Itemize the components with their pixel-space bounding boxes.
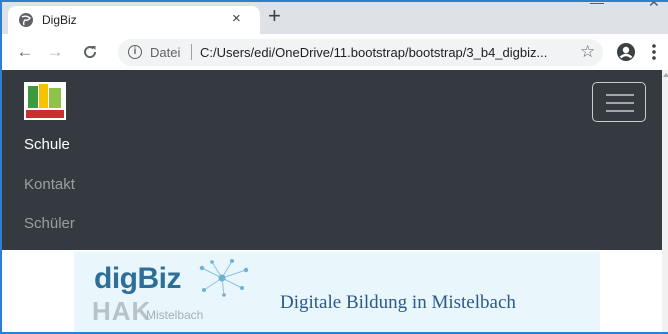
logo-town-text: Mistelbach bbox=[146, 308, 204, 322]
brand-logo-image bbox=[24, 82, 66, 120]
address-scheme-label: Datei bbox=[150, 45, 181, 60]
nav-link-kontakt[interactable]: Kontakt bbox=[24, 176, 75, 193]
window-minimize-icon[interactable]: — bbox=[590, 2, 604, 10]
logo-hak-text: HAK bbox=[92, 296, 152, 326]
back-icon[interactable]: ← bbox=[16, 43, 34, 61]
browser-toolbar: ← → i Datei C:/Users/edi/OneDrive/11.boo… bbox=[2, 34, 668, 70]
header-banner: digBiz HAK Mistelbach Digitale Bildung i… bbox=[74, 252, 600, 332]
tab-title: DigBiz bbox=[42, 13, 77, 27]
window-close-icon[interactable]: ✕ bbox=[648, 2, 660, 11]
star-icon[interactable]: ☆ bbox=[580, 42, 595, 62]
scroll-up-arrow-icon[interactable] bbox=[663, 73, 668, 77]
logo-digbiz-text: digBiz bbox=[94, 262, 182, 295]
page-viewport: Schule Kontakt Schüler digBiz HAK Mistel… bbox=[2, 70, 662, 332]
tab-strip: DigBiz × + — ✕ bbox=[2, 2, 668, 34]
network-graphic-icon bbox=[199, 259, 249, 297]
browser-window: DigBiz × + — ✕ ← → i Datei C:/Users/edi/… bbox=[0, 0, 668, 334]
forward-icon[interactable]: → bbox=[46, 43, 64, 61]
reload-icon[interactable] bbox=[82, 44, 98, 60]
globe-icon bbox=[19, 13, 33, 27]
hamburger-line bbox=[606, 102, 634, 104]
new-tab-icon[interactable]: + bbox=[268, 4, 281, 28]
tab-close-icon[interactable]: × bbox=[232, 10, 241, 28]
hamburger-line bbox=[606, 110, 634, 112]
nav-link-schueler[interactable]: Schüler bbox=[24, 215, 75, 232]
hamburger-line bbox=[606, 94, 634, 96]
browser-tab[interactable]: DigBiz × bbox=[8, 6, 260, 34]
page-scrollbar[interactable] bbox=[662, 70, 668, 332]
info-icon[interactable]: i bbox=[128, 45, 142, 59]
banner-tagline: Digitale Bildung in Mistelbach bbox=[280, 292, 516, 313]
brand-logo[interactable] bbox=[24, 82, 66, 120]
menu-icon[interactable] bbox=[650, 43, 658, 61]
nav-link-schule[interactable]: Schule bbox=[24, 136, 70, 153]
navbar: Schule Kontakt Schüler bbox=[2, 70, 662, 250]
address-url[interactable]: C:/Users/edi/OneDrive/11.bootstrap/boots… bbox=[200, 45, 547, 60]
address-bar[interactable]: i Datei C:/Users/edi/OneDrive/11.bootstr… bbox=[118, 39, 603, 66]
profile-icon[interactable] bbox=[616, 42, 636, 62]
navbar-toggler-button[interactable] bbox=[592, 82, 646, 122]
address-divider bbox=[191, 44, 192, 60]
